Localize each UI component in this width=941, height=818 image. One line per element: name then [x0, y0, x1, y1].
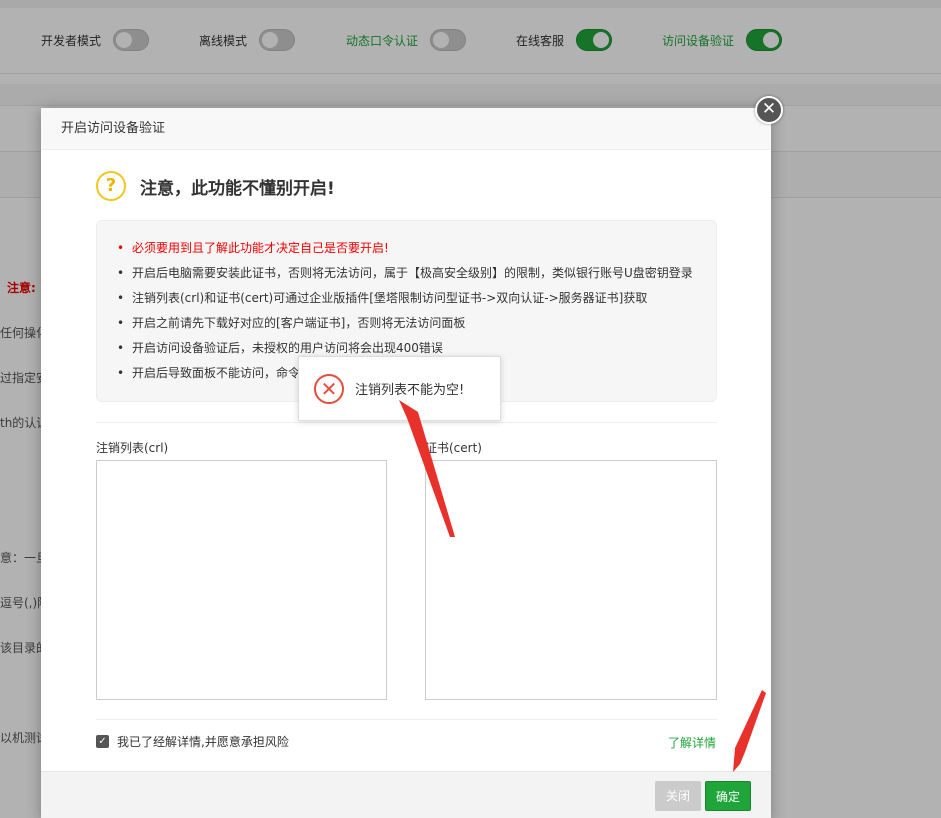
annotation-arrows — [399, 400, 766, 772]
annotation-arrow-to-confirm — [733, 690, 766, 772]
annotation-arrow-to-toast — [399, 400, 455, 537]
